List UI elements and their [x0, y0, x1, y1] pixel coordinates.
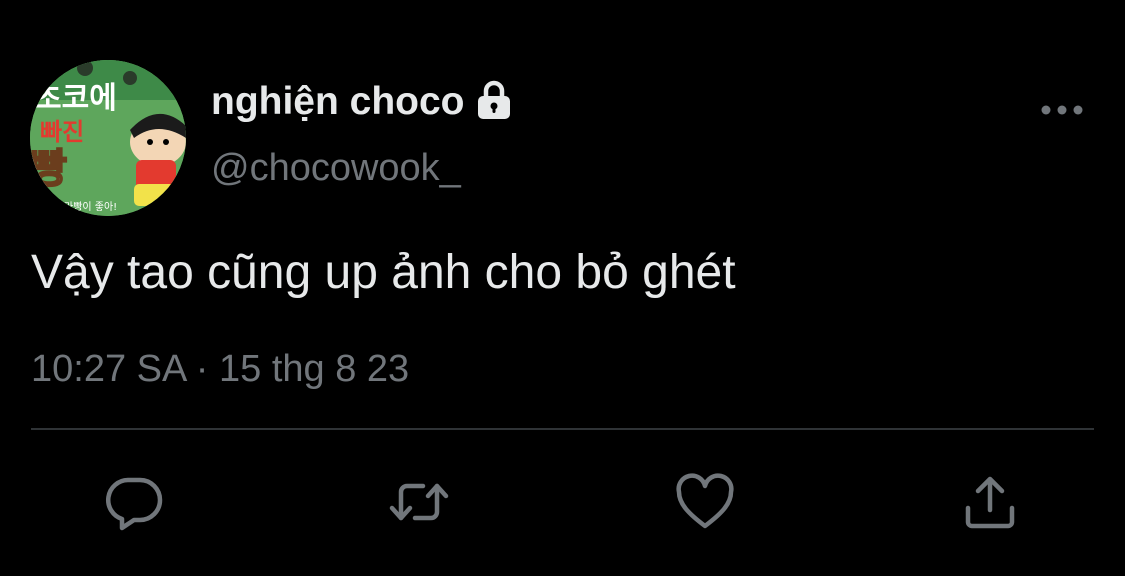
heart-icon: [676, 473, 734, 529]
avatar-image: 초코에 빠진 빵 라빵이 좋아!: [30, 60, 186, 216]
avatar-text-1: 초코에: [34, 81, 117, 116]
avatar-text-small: 라빵이 좋아!: [64, 201, 117, 213]
divider: [31, 428, 1094, 430]
more-horizontal-icon[interactable]: [1038, 96, 1086, 124]
avatar[interactable]: 초코에 빠진 빵 라빵이 좋아!: [30, 60, 186, 216]
share-icon: [965, 476, 1015, 529]
handle[interactable]: @chocowook_: [211, 144, 461, 192]
avatar-text-2: 빠진: [40, 118, 84, 146]
tweet-text: Vậy tao cũng up ảnh cho bỏ ghét: [31, 246, 736, 299]
reply-icon: [106, 477, 163, 531]
like-button[interactable]: [675, 472, 735, 532]
reply-button[interactable]: [104, 472, 164, 532]
retweet-icon: [389, 483, 449, 521]
display-name[interactable]: nghiện choco: [211, 78, 515, 126]
timestamp[interactable]: 10:27 SA · 15 thg 8 23: [31, 344, 409, 394]
display-name-text: nghiện choco: [211, 80, 465, 123]
share-button[interactable]: [960, 472, 1020, 532]
retweet-button[interactable]: [389, 472, 449, 532]
lock-icon: [473, 79, 515, 121]
avatar-text-3: 빵: [30, 146, 67, 192]
